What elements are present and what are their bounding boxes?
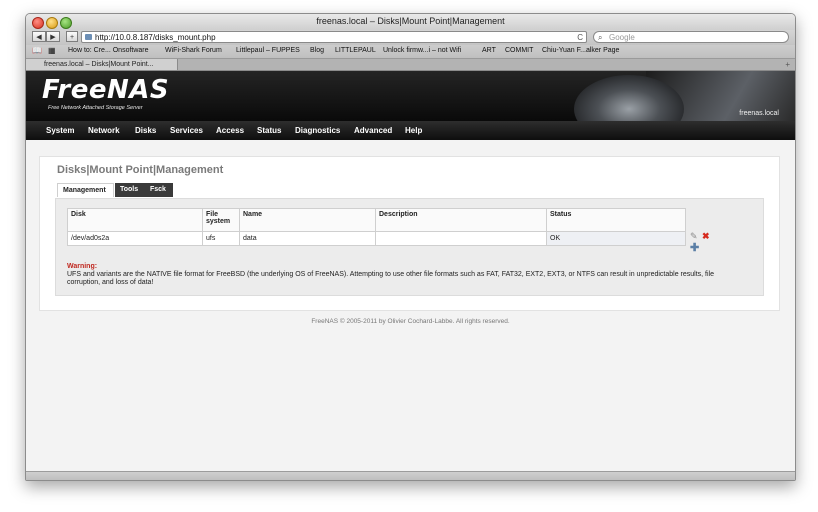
grid-icon[interactable]: ▦ [48,46,56,56]
bookmark-item[interactable]: COMMIT [505,46,533,56]
page-content: Disks|Mount Point|Management Management … [26,140,795,471]
cell-description [375,231,547,246]
search-field[interactable]: ⌕ Google [593,31,789,43]
bookmark-item[interactable]: Blog [310,46,324,56]
bookmark-item[interactable]: LITTLEPAUL [335,46,376,56]
main-menu: System Network Disks Services Access Sta… [26,121,795,140]
bookmark-item[interactable]: How to: Cre... Onsoftware [68,46,149,56]
management-area: Disk File system Name Description Status… [55,198,764,296]
url-text: http://10.0.8.187/disks_mount.php [95,33,216,42]
menu-help[interactable]: Help [405,125,422,136]
cell-name: data [239,231,376,246]
menu-disks[interactable]: Disks [135,125,156,136]
tab-bar: freenas.local – Disks|Mount Point... + [26,59,795,71]
bookmark-item[interactable]: Unlock firmw...i – not Wifi [383,46,461,56]
warning-text: UFS and variants are the NATIVE file for… [67,271,714,286]
browser-window: freenas.local – Disks|Mount Point|Manage… [25,13,796,481]
logo-tagline: Free Network Attached Storage Server [48,105,143,111]
warning-label: Warning: [67,263,98,270]
table-row[interactable]: /dev/ad0s2a ufs data OK [67,231,686,246]
window-title: freenas.local – Disks|Mount Point|Manage… [316,16,505,26]
page-title: Disks|Mount Point|Management [57,164,224,176]
bookmark-item[interactable]: WiFi-Shark Forum [165,46,222,56]
tab-tools[interactable]: Tools [115,183,145,197]
edit-icon[interactable]: ✎ [690,231,698,241]
menu-status[interactable]: Status [257,125,281,136]
cell-file-system: ufs [202,231,240,246]
add-bookmark-button[interactable]: + [66,31,78,42]
add-icon[interactable]: ✚ [690,243,699,254]
menu-access[interactable]: Access [216,125,244,136]
table-header-row: Disk File system Name Description Status [67,208,686,232]
menu-advanced[interactable]: Advanced [354,125,392,136]
freenas-banner: FreeNAS Free Network Attached Storage Se… [26,71,795,121]
new-tab-button[interactable]: + [785,59,790,70]
menu-services[interactable]: Services [170,125,203,136]
bookmark-item[interactable]: ART [482,46,496,56]
bookmark-item[interactable]: Chiu-Yuan F...alker Page [542,46,619,56]
title-bar: freenas.local – Disks|Mount Point|Manage… [26,14,795,30]
browser-toolbar: ◀ ▶ + http://10.0.8.187/disks_mount.php … [26,30,795,45]
column-header-description: Description [375,208,547,232]
mount-point-table: Disk File system Name Description Status… [67,208,686,246]
favicon-icon [85,34,92,40]
open-book-icon[interactable]: 📖 [32,46,42,56]
search-icon: ⌕ [598,33,603,42]
delete-icon[interactable]: ✖ [702,231,710,241]
main-panel: Disks|Mount Point|Management Management … [39,156,780,311]
forward-button[interactable]: ▶ [46,31,60,42]
status-bar [26,471,795,480]
hostname-label: freenas.local [739,110,779,117]
cell-status: OK [546,231,686,246]
reload-button[interactable]: C [577,32,583,43]
menu-diagnostics[interactable]: Diagnostics [295,125,340,136]
column-header-file-system: File system [202,208,240,232]
page-footer: FreeNAS © 2005-2011 by Olivier Cochard-L… [311,318,510,325]
search-placeholder: Google [609,33,635,42]
cell-disk: /dev/ad0s2a [67,231,203,246]
menu-system[interactable]: System [46,125,74,136]
freenas-logo[interactable]: FreeNAS [42,75,169,105]
browser-tab[interactable]: freenas.local – Disks|Mount Point... [26,59,178,70]
column-header-name: Name [239,208,376,232]
bookmark-item[interactable]: Littlepaul – FUPPES [236,46,300,56]
bookmarks-bar: 📖 ▦ How to: Cre... Onsoftware WiFi-Shark… [26,45,795,59]
column-header-disk: Disk [67,208,203,232]
back-button[interactable]: ◀ [32,31,46,42]
address-bar[interactable]: http://10.0.8.187/disks_mount.php C [81,31,587,43]
tab-management[interactable]: Management [57,183,114,197]
tab-fsck[interactable]: Fsck [145,183,173,197]
menu-network[interactable]: Network [88,125,120,136]
column-header-status: Status [546,208,686,232]
